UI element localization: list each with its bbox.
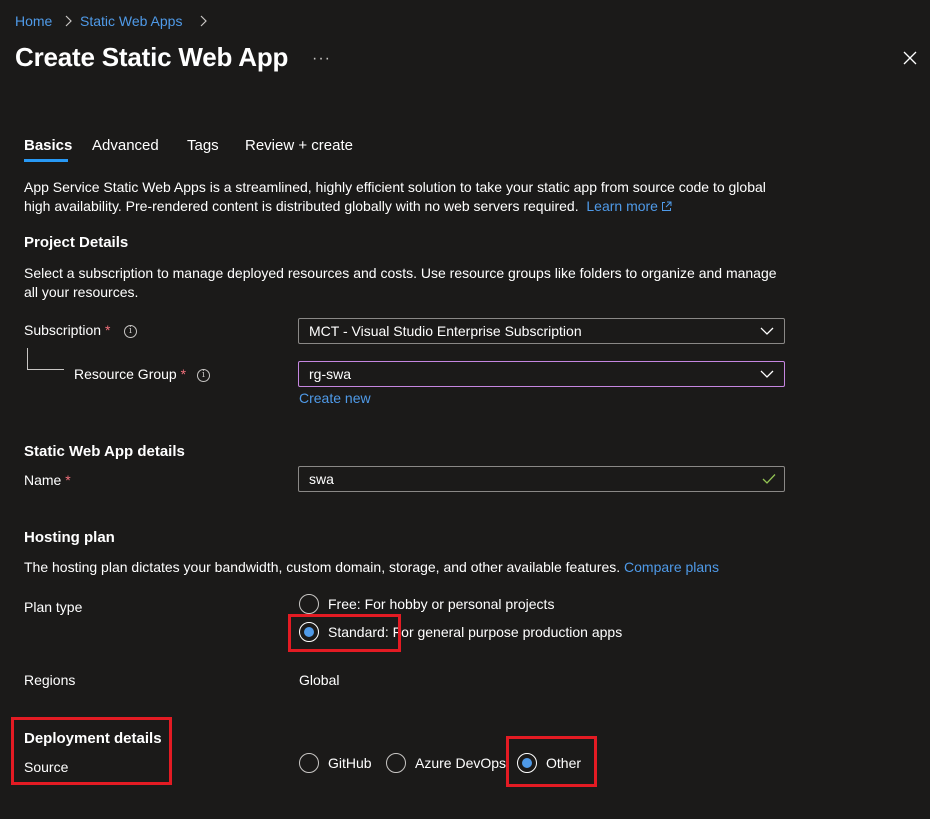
info-icon[interactable]: i (124, 325, 137, 338)
regions-label: Regions (24, 672, 76, 688)
chevron-right-icon (200, 15, 207, 27)
regions-value: Global (299, 672, 340, 688)
resource-group-label: Resource Group * (74, 366, 186, 382)
source-azure-devops-label[interactable]: Azure DevOps (415, 755, 506, 771)
source-github-radio[interactable] (299, 753, 319, 773)
intro-description: App Service Static Web Apps is a streaml… (24, 178, 804, 216)
name-label-text: Name (24, 472, 62, 488)
subscription-label: Subscription * (24, 322, 110, 338)
close-icon[interactable] (902, 50, 918, 66)
project-details-heading: Project Details (24, 234, 129, 251)
subscription-label-text: Subscription (24, 322, 102, 338)
tab-advanced[interactable]: Advanced (92, 137, 159, 154)
tree-connector (27, 348, 64, 370)
chevron-down-icon (760, 327, 774, 335)
highlight-box-deployment (11, 717, 172, 785)
hosting-plan-description: The hosting plan dictates your bandwidth… (24, 559, 824, 575)
learn-more-link[interactable]: Learn more (586, 198, 658, 214)
intro-line-2: high availability. Pre-rendered content … (24, 197, 804, 216)
required-mark: * (65, 472, 71, 488)
hosting-plan-description-text: The hosting plan dictates your bandwidth… (24, 559, 621, 575)
subscription-dropdown[interactable]: MCT - Visual Studio Enterprise Subscript… (298, 318, 785, 344)
plan-free-label[interactable]: Free: For hobby or personal projects (328, 596, 554, 612)
tab-tags[interactable]: Tags (187, 137, 219, 154)
required-mark: * (180, 366, 187, 382)
project-details-line-1: Select a subscription to manage deployed… (24, 265, 777, 281)
tab-review-create[interactable]: Review + create (245, 137, 353, 154)
info-icon[interactable]: i (197, 369, 210, 382)
checkmark-icon (762, 474, 776, 484)
breadcrumb: Home Static Web Apps (0, 0, 300, 34)
resource-group-label-text: Resource Group (74, 366, 177, 382)
plan-type-label: Plan type (24, 599, 83, 615)
source-azure-devops-radio[interactable] (386, 753, 406, 773)
breadcrumb-static-web-apps-link[interactable]: Static Web Apps (80, 13, 182, 29)
more-options-button[interactable]: ··· (312, 50, 331, 68)
breadcrumb-home-link[interactable]: Home (15, 13, 52, 29)
required-mark: * (104, 322, 111, 338)
name-label: Name * (24, 472, 71, 488)
chevron-right-icon (65, 15, 72, 27)
intro-line-1: App Service Static Web Apps is a streaml… (24, 179, 766, 195)
tab-basics[interactable]: Basics (24, 137, 72, 154)
hosting-plan-heading: Hosting plan (24, 529, 115, 546)
external-link-icon (661, 201, 672, 211)
intro-line-2-text: high availability. Pre-rendered content … (24, 198, 579, 214)
resource-group-value: rg-swa (309, 366, 352, 382)
name-input[interactable]: swa (298, 466, 785, 492)
highlight-box-standard (288, 614, 401, 652)
resource-group-dropdown[interactable]: rg-swa (298, 361, 785, 387)
project-details-line-2: all your resources. (24, 284, 139, 300)
create-new-resource-group-link[interactable]: Create new (299, 390, 371, 406)
app-details-heading: Static Web App details (24, 443, 185, 460)
compare-plans-link[interactable]: Compare plans (624, 559, 719, 575)
source-github-label[interactable]: GitHub (328, 755, 372, 771)
name-value: swa (309, 471, 334, 487)
highlight-box-other (506, 736, 597, 787)
active-tab-indicator (24, 159, 68, 162)
page-title: Create Static Web App (15, 42, 289, 72)
subscription-value: MCT - Visual Studio Enterprise Subscript… (309, 323, 582, 339)
plan-free-radio[interactable] (299, 594, 319, 614)
chevron-down-icon (760, 370, 774, 378)
project-details-description: Select a subscription to manage deployed… (24, 264, 804, 302)
